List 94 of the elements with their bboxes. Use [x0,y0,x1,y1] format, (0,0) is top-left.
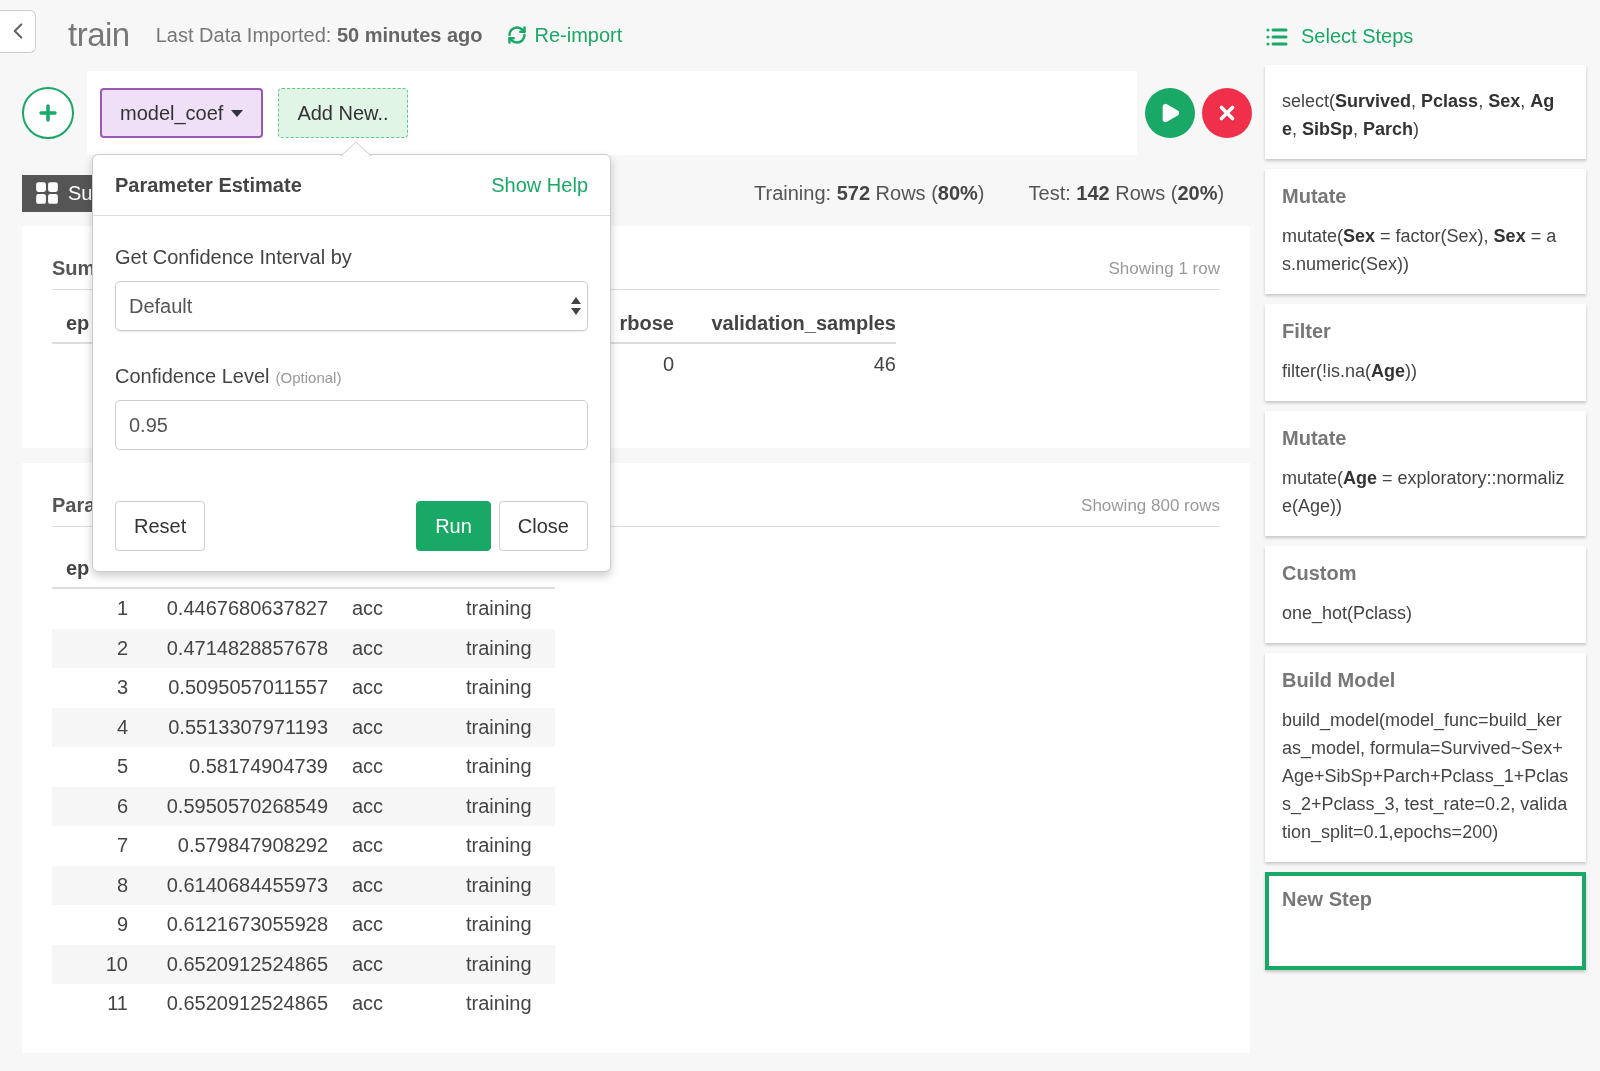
table-cell: 3 [116,676,128,700]
table-cell: acc [352,636,384,660]
step-code: select(Survived, Pclass, Sex, Age, SibSp, Parch) [1282,90,1556,141]
step-code: mutate(Sex = factor(Sex), Sex = as.numeric(Sex)) [1282,225,1558,276]
table-cell: 0.5513307971193 [168,715,328,739]
add-button[interactable] [22,87,74,139]
step-title: New Step [1282,888,1374,911]
table-cell: 4 [116,715,128,739]
table-cell: 46 [873,352,896,376]
step-card[interactable]: Build Model build_model(model_func=build_keras_model, formula=Survived~Sex+Age+SibSp+Parch+Pclass_1+Pclass_2+Pclass_3, test_rate=0.2, validation_split=0.1,epochs=200) [1265,653,1586,862]
table-cell: acc [352,834,384,858]
table-cell: acc [352,873,384,897]
table-cell: 0.4467680637827 [166,597,328,621]
table-cell: acc [352,992,384,1016]
table-cell: training [466,952,532,976]
table-cell: 5 [116,755,128,779]
table-cell: acc [352,755,384,779]
step-card[interactable]: Mutate mutate(Age = exploratory::normalize(Age)) [1265,411,1586,536]
table-cell: training [466,913,532,937]
column-header: rbose [619,311,674,335]
step-card[interactable]: select(Survived, Pclass, Sex, Age, SibSp, Parch) [1265,65,1586,159]
step-title: Custom [1282,562,1358,585]
table-cell: 2 [116,636,128,660]
table-cell: 7 [116,834,128,858]
field-label: Get Confidence Interval by [115,246,352,269]
table-cell: training [466,755,532,779]
column-header: validation_samples [711,311,896,335]
dataset-title: train [68,16,130,54]
table-cell: acc [352,597,384,621]
table-cell: 11 [107,992,128,1016]
select-field[interactable]: Default [115,281,588,331]
step-code: mutate(Age = exploratory::normalize(Age)) [1282,467,1566,518]
step-card[interactable]: Filter filter(!is.na(Age)) [1265,304,1586,401]
input-field[interactable]: 0.95 [115,400,588,450]
step-title: Build Model [1282,669,1397,692]
table-cell: training [466,873,532,897]
step-card[interactable]: Custom one_hot(Pclass) [1265,546,1586,643]
row-count-text: Showing 1 row [1108,258,1220,279]
step-title: Filter [1282,320,1332,343]
step-code: build_model(model_func=build_keras_model, formula=Survived~Sex+Age+SibSp+Parch+Pclass_1+Pclass_2+Pclass_3, test_rate=0.2, validation_split=0.1,epochs=200) [1282,709,1569,845]
back-button[interactable] [0,9,36,53]
grid-icon [34,180,60,206]
field-label: Confidence Level [115,365,270,388]
table-cell: 0 [662,352,674,376]
select-arrows-icon [571,297,581,315]
table-cell: 9 [116,913,128,937]
table-cell: 1 [116,597,128,621]
table-cell: 0.58174904739 [188,755,328,779]
table-cell: 0.5095057011557 [168,676,328,700]
plus-icon [36,101,60,125]
table-cell: acc [352,794,384,818]
table-cell: 0.579847908292 [177,834,328,858]
table-cell: 10 [105,952,128,976]
table-cell: training [466,676,532,700]
tab-dropdown[interactable]: model_coef [100,88,264,138]
table-cell: training [466,834,532,858]
step-title: Mutate [1282,427,1348,450]
cancel-button[interactable] [1202,88,1252,138]
table-cell: acc [352,913,384,937]
training-split-text: Training: 572 Rows (80%) [754,181,985,205]
add-new-tab[interactable]: Add New.. [278,88,408,138]
table-cell: 0.5950570268549 [166,794,328,818]
column-header: ep [66,556,90,580]
table-cell: 0.6520912524865 [166,992,328,1016]
table-cell: training [466,597,532,621]
caret-icon [231,109,244,117]
popover-title: Parameter Estimate [115,173,302,197]
run-button[interactable] [1145,88,1195,138]
table-cell: training [466,794,532,818]
table-cell: acc [352,952,384,976]
row-count-text: Showing 800 rows [1081,495,1220,516]
step-code: filter(!is.na(Age)) [1282,360,1419,383]
secondary-button[interactable]: Close [498,501,588,551]
table-cell: training [466,992,532,1016]
step-title: Mutate [1282,185,1348,208]
table-cell: acc [352,715,384,739]
step-card[interactable]: New Step [1265,872,1586,970]
column-header: ep [66,311,90,335]
step-card[interactable]: Mutate mutate(Sex = factor(Sex), Sex = as.numeric(Sex)) [1265,169,1586,294]
table-cell: acc [352,676,384,700]
secondary-button[interactable]: Reset [115,501,206,551]
last-imported-text: Last Data Imported: 50 minutes ago [155,23,483,47]
refresh-icon [506,25,527,45]
table-cell: 0.6520912524865 [166,952,328,976]
optional-note: (Optional) [275,369,342,386]
table-cell: training [466,636,532,660]
table-cell: training [466,715,532,739]
table-cell: 6 [116,794,128,818]
table-cell: 8 [116,873,128,897]
table-cell: 0.6140684455973 [166,873,328,897]
test-split-text: Test: 142 Rows (20%) [1028,181,1225,205]
step-code: one_hot(Pclass) [1282,602,1414,626]
table-cell: 0.4714828857678 [166,636,328,660]
table-cell: 0.6121673055928 [166,913,328,937]
